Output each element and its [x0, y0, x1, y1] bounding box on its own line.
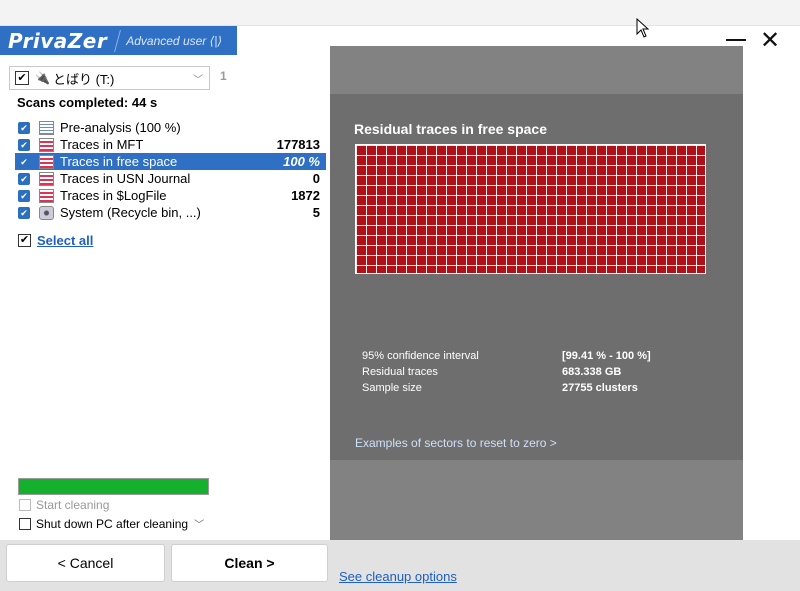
logo-divider	[114, 29, 122, 52]
scan-item-label: System (Recycle bin, ...)	[60, 205, 201, 220]
select-all-link[interactable]: Select all	[37, 233, 93, 248]
stat-value: 27755 clusters	[562, 382, 638, 394]
residual-traces-grid	[355, 144, 706, 274]
user-mode-toggle[interactable]: Advanced user ⟨|⟩	[126, 34, 222, 48]
scan-item-checkbox[interactable]: ✔	[18, 121, 30, 134]
grid-icon	[39, 120, 54, 135]
scan-progress-bar	[18, 478, 209, 495]
examples-link[interactable]: Examples of sectors to reset to zero >	[355, 436, 557, 450]
see-cleanup-options-link[interactable]: See cleanup options	[339, 569, 457, 584]
select-all-checkbox[interactable]: ✔	[18, 234, 31, 247]
stat-row: Sample size 27755 clusters	[362, 380, 651, 396]
scan-item-label: Traces in MFT	[60, 137, 144, 152]
shutdown-checkbox[interactable]	[19, 517, 31, 530]
scan-item-label: Traces in free space	[60, 154, 178, 169]
logo-text: PrivaZer	[8, 28, 108, 53]
stat-label: Sample size	[362, 382, 422, 394]
free-space-details: Residual traces in free space 95% confid…	[330, 94, 743, 460]
drive-label: とばり (T:)	[52, 71, 115, 87]
scan-item-label: Traces in $LogFile	[60, 188, 167, 203]
start-cleaning-label: Start cleaning	[36, 498, 110, 512]
stat-row: Residual traces 683.338 GB	[362, 364, 651, 380]
scan-item-label: Pre-analysis (100 %)	[60, 120, 181, 135]
scan-item-system[interactable]: ✔ System (Recycle bin, ...) 5	[15, 204, 326, 221]
privazer-window: PrivaZer Advanced user ⟨|⟩ ✕ ✔ 🔌 とばり (T:…	[0, 18, 800, 591]
table-icon	[39, 171, 54, 186]
free-space-icon	[39, 154, 54, 169]
title-bar	[0, 0, 800, 26]
scan-item-mft[interactable]: ✔ Traces in MFT 177813	[15, 136, 326, 153]
stat-label: Residual traces	[362, 366, 438, 378]
start-cleaning-checkbox	[19, 499, 31, 511]
bottom-bar: < Cancel Clean > See cleanup options	[0, 540, 800, 591]
drive-count: 1	[220, 69, 227, 83]
app-logo: PrivaZer Advanced user ⟨|⟩	[0, 26, 237, 55]
system-icon	[39, 205, 54, 220]
stat-label: 95% confidence interval	[362, 350, 479, 362]
usb-drive-icon: 🔌	[35, 71, 50, 85]
scan-item-checkbox[interactable]: ✔	[18, 172, 30, 185]
scan-item-pre-analysis[interactable]: ✔ Pre-analysis (100 %)	[15, 119, 326, 136]
table-icon	[39, 188, 54, 203]
panel-title: Residual traces in free space	[354, 121, 547, 137]
drive-dropdown[interactable]: ✔ 🔌 とばり (T:) ﹀	[9, 66, 210, 90]
stat-value: [99.41 % - 100 %]	[562, 350, 651, 362]
minimize-button[interactable]	[726, 39, 746, 41]
table-icon	[39, 137, 54, 152]
details-panel: Residual traces in free space 95% confid…	[330, 46, 743, 540]
shutdown-option[interactable]: Shut down PC after cleaning ﹀	[19, 516, 204, 531]
cancel-button[interactable]: < Cancel	[6, 544, 165, 582]
close-button[interactable]: ✕	[760, 28, 780, 52]
stat-row: 95% confidence interval [99.41 % - 100 %…	[362, 348, 651, 364]
scan-results-list: ✔ Pre-analysis (100 %) ✔ Traces in MFT 1…	[15, 119, 337, 221]
clean-button[interactable]: Clean >	[171, 544, 328, 582]
scan-item-value: 5	[312, 205, 320, 220]
scan-item-checkbox[interactable]: ✔	[18, 138, 30, 151]
scans-completed: Scans completed: 44 s	[17, 95, 158, 110]
select-all: ✔ Select all	[18, 233, 93, 248]
stat-value: 683.338 GB	[562, 366, 622, 378]
drive-checkbox[interactable]: ✔	[15, 71, 29, 85]
scan-item-checkbox[interactable]: ✔	[18, 206, 30, 219]
scan-item-usn-journal[interactable]: ✔ Traces in USN Journal 0	[15, 170, 326, 187]
mouse-cursor-icon	[636, 18, 650, 38]
chevron-down-icon[interactable]: ﹀	[194, 516, 204, 531]
stats-table: 95% confidence interval [99.41 % - 100 %…	[362, 348, 651, 396]
scan-item-logfile[interactable]: ✔ Traces in $LogFile 1872	[15, 187, 326, 204]
shutdown-label: Shut down PC after cleaning	[36, 516, 189, 531]
scan-item-label: Traces in USN Journal	[60, 171, 191, 186]
scan-item-value: 177813	[276, 137, 320, 152]
scan-item-checkbox[interactable]: ✔	[18, 189, 30, 202]
scan-item-value: 1872	[291, 188, 320, 203]
scan-item-free-space[interactable]: ✔ Traces in free space 100 %	[15, 153, 337, 171]
scan-item-checkbox[interactable]: ✔	[18, 155, 30, 168]
progress-fill	[19, 479, 208, 494]
scan-item-value: 100 %	[283, 154, 320, 169]
start-cleaning-option: Start cleaning	[19, 498, 109, 512]
chevron-down-icon: ﹀	[193, 74, 203, 86]
scan-item-value: 0	[312, 171, 320, 186]
